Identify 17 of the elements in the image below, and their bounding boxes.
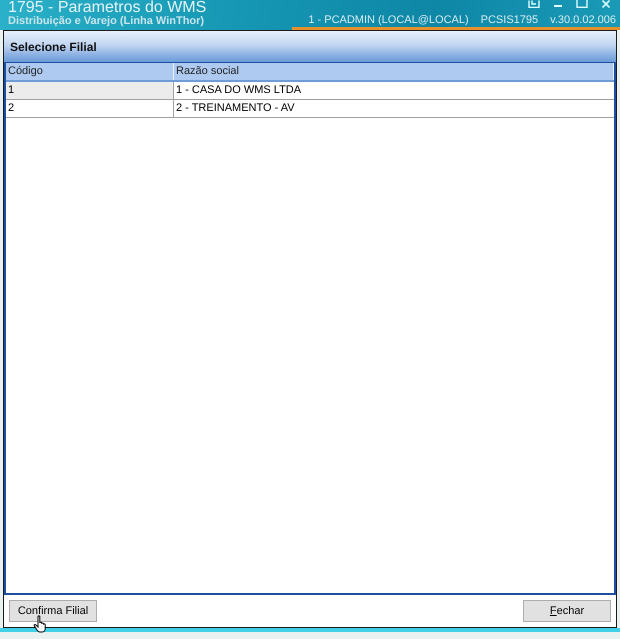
program-code: PCSIS1795 bbox=[480, 14, 538, 27]
panel-title: Selecione Filial bbox=[10, 40, 97, 54]
table-cell: 1 bbox=[6, 82, 174, 99]
table-cell-text: 2 - TREINAMENTO - AV bbox=[175, 101, 296, 116]
column-header[interactable]: Razão social bbox=[174, 63, 614, 80]
table-cell: 2 bbox=[6, 100, 174, 117]
window-title: 1795 - Parametros do WMS bbox=[8, 0, 208, 15]
window-icon[interactable] bbox=[528, 0, 540, 8]
close-icon[interactable] bbox=[600, 0, 612, 8]
user-label: 1 - PCADMIN (LOCAL@LOCAL) bbox=[308, 14, 469, 27]
window-subtitle: Distribuição e Varejo (Linha WinThor) bbox=[8, 15, 206, 28]
confirm-button[interactable]: Confirma Filial bbox=[9, 600, 97, 622]
close-button[interactable]: Fechar bbox=[523, 600, 611, 622]
table-cell-text: 1 - CASA DO WMS LTDA bbox=[175, 83, 302, 98]
maximize-icon[interactable] bbox=[576, 0, 588, 8]
version-label: v.30.0.02.006 bbox=[550, 14, 616, 27]
column-header[interactable]: Código bbox=[6, 63, 174, 80]
